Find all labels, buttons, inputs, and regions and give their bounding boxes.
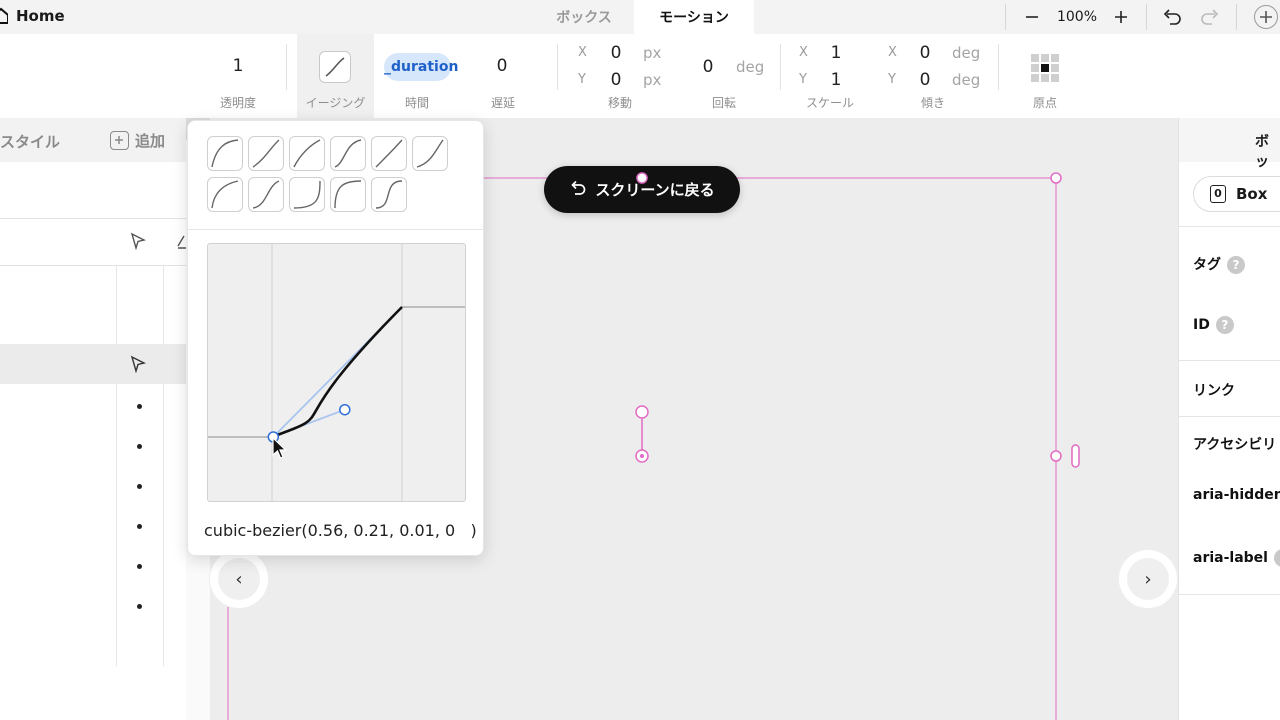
tab-box-right[interactable]: ボッ [1255,131,1280,171]
divider [1179,226,1280,227]
divider [1179,360,1280,361]
easing-preset-1[interactable] [207,136,243,171]
help-icon[interactable]: ? [1215,316,1234,334]
element-type-select[interactable]: 0 Box [1193,176,1280,212]
bezier-control-point-1[interactable] [339,403,351,416]
chevron-right-icon: › [1127,558,1169,600]
link-field-label: リンク [1193,383,1235,399]
easing-preset-6[interactable] [412,136,448,171]
easing-popover: cubic-bezier(0.56, 0.21, 0.01, 0 ) [187,120,485,556]
chevron-left-icon: ‹ [218,558,260,600]
selection-handle [636,172,648,184]
tag-field-label: タグ? [1193,254,1245,274]
accessibility-section-label: アクセシビリ [1193,437,1277,453]
right-panel: ボッ 0 Box タグ? ID? リンク アクセシビリ aria-hidden … [1178,118,1280,720]
bezier-graph [208,244,465,501]
easing-preset-4[interactable] [330,136,366,171]
easing-preset-5[interactable] [371,136,407,171]
help-icon[interactable]: ? [1273,549,1280,567]
undo-arrow-icon [569,180,587,200]
next-screen-button[interactable]: › [1119,550,1177,608]
right-panel-tabs: ボッ [1179,118,1280,170]
id-field-label: ID? [1193,316,1234,334]
easing-preset-7[interactable] [207,177,243,212]
divider [1179,416,1280,417]
mouse-cursor-icon [272,436,287,459]
prev-screen-button[interactable]: ‹ [210,550,268,608]
easing-preset-8[interactable] [248,177,284,212]
back-to-screen-label: スクリーンに戻る [595,181,715,199]
cubic-bezier-readout[interactable]: cubic-bezier(0.56, 0.21, 0.01, 0 ) [204,521,477,540]
aria-label-label: aria-label? [1193,549,1280,567]
divider [1179,594,1280,595]
aria-hidden-label: aria-hidden [1193,487,1280,503]
easing-preset-9[interactable] [289,177,325,212]
element-type-label: Box [1236,185,1268,203]
divider [188,229,485,230]
element-type-badge: 0 [1210,185,1226,203]
easing-preset-10[interactable] [330,177,366,212]
easing-preset-3[interactable] [289,136,325,171]
bezier-editor[interactable] [207,243,466,502]
easing-preset-2[interactable] [248,136,284,171]
easing-preset-11[interactable] [371,177,407,212]
help-icon[interactable]: ? [1227,256,1245,274]
